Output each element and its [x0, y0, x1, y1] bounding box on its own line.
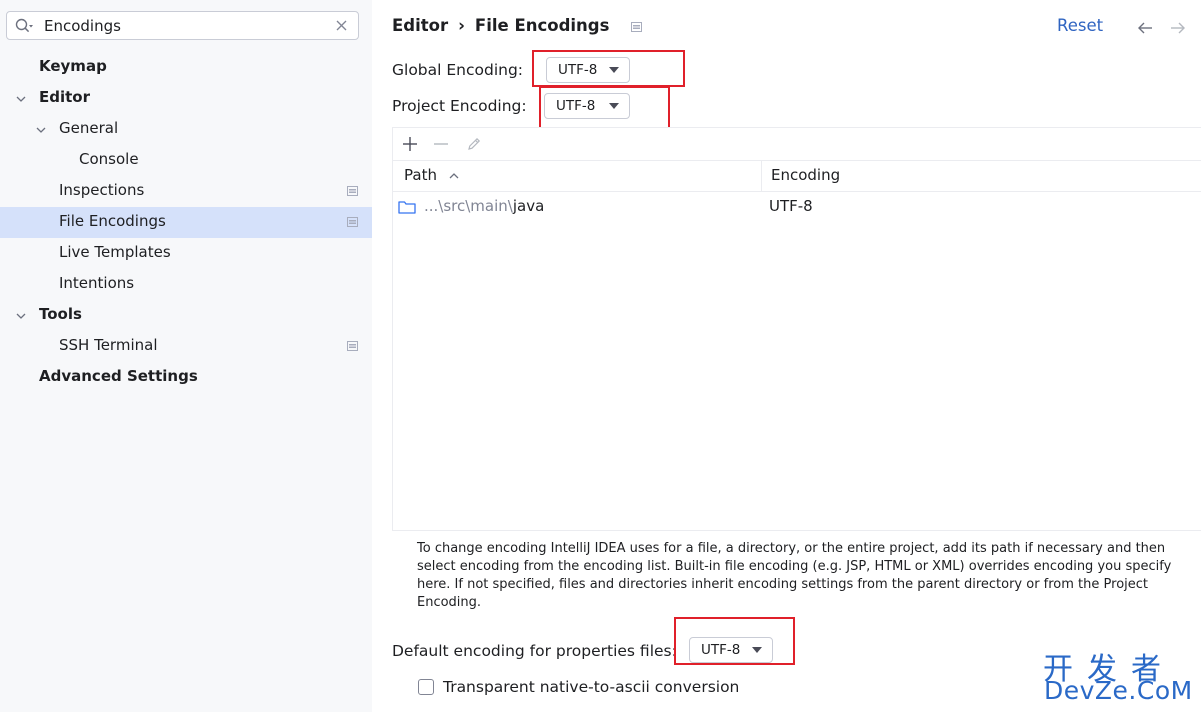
dropdown-arrow-icon: [609, 103, 619, 109]
close-icon[interactable]: [335, 19, 348, 32]
tree-item-live-templates[interactable]: Live Templates: [0, 238, 372, 269]
encoding-cell[interactable]: UTF-8: [769, 197, 813, 215]
tree-item-label: Live Templates: [59, 243, 171, 261]
tree-item-label: SSH Terminal: [59, 336, 158, 354]
path-name: java: [512, 197, 545, 215]
settings-search-box[interactable]: [6, 11, 359, 40]
reset-button[interactable]: Reset: [1057, 16, 1103, 35]
tree-item-tools[interactable]: Tools: [0, 300, 372, 331]
tree-item-label: Advanced Settings: [39, 367, 198, 385]
tree-item-inspections[interactable]: Inspections: [0, 176, 372, 207]
settings-content-panel: Editor › File Encodings Reset Global Encod…: [372, 0, 1201, 712]
tree-item-label: Editor: [39, 88, 90, 106]
tree-item-editor[interactable]: Editor: [0, 83, 372, 114]
edit-icon[interactable]: [466, 136, 482, 152]
table-toolbar: [393, 128, 1201, 161]
chevron-down-icon[interactable]: [15, 310, 27, 322]
properties-encoding-value: UTF-8: [701, 642, 741, 658]
project-encoding-value: UTF-8: [556, 98, 596, 114]
native-to-ascii-checkbox[interactable]: [418, 679, 434, 695]
chevron-down-icon[interactable]: [35, 124, 47, 136]
add-icon[interactable]: [402, 136, 418, 152]
remove-icon[interactable]: [433, 136, 449, 152]
project-scope-icon: [347, 341, 358, 351]
global-encoding-label: Global Encoding:: [392, 61, 524, 79]
dropdown-arrow-icon: [752, 647, 762, 653]
tree-item-label: Tools: [39, 305, 82, 323]
tree-item-label: Intentions: [59, 274, 135, 292]
tree-item-label: General: [59, 119, 119, 137]
tree-item-label: File Encodings: [59, 212, 166, 230]
watermark: 开发者 DevZe.CoM: [1043, 644, 1193, 706]
table-row[interactable]: ...\src\main\java UTF-8: [393, 191, 1201, 222]
column-header-encoding[interactable]: Encoding: [771, 166, 840, 184]
tree-item-keymap[interactable]: Keymap: [0, 52, 372, 83]
arrow-right-icon[interactable]: [1170, 21, 1186, 35]
tree-item-file-encodings[interactable]: File Encodings: [0, 207, 372, 238]
settings-tree: Keymap Editor General Console Inspection…: [0, 52, 372, 393]
settings-sidebar: Keymap Editor General Console Inspection…: [0, 0, 372, 712]
tree-item-label: Keymap: [39, 57, 107, 75]
search-icon[interactable]: [15, 18, 33, 34]
project-scope-icon: [631, 22, 643, 32]
global-encoding-select[interactable]: UTF-8: [546, 57, 630, 83]
native-to-ascii-label[interactable]: Transparent native-to-ascii conversion: [443, 678, 739, 696]
sort-ascending-icon[interactable]: [449, 172, 459, 179]
properties-encoding-label: Default encoding for properties files:: [392, 642, 677, 660]
tree-item-console[interactable]: Console: [0, 145, 372, 176]
tree-item-ssh-terminal[interactable]: SSH Terminal: [0, 331, 372, 362]
table-header: Path Encoding: [393, 160, 1201, 192]
path-cell: ...\src\main\java: [424, 197, 544, 215]
folder-icon: [398, 201, 416, 214]
arrow-left-icon[interactable]: [1137, 21, 1153, 35]
breadcrumb-separator: ›: [458, 16, 465, 35]
dropdown-arrow-icon: [609, 67, 619, 73]
column-divider[interactable]: [761, 160, 762, 191]
tree-item-advanced-settings[interactable]: Advanced Settings: [0, 362, 372, 393]
page-title: File Encodings: [474, 16, 610, 35]
project-encoding-select[interactable]: UTF-8: [544, 93, 630, 119]
help-text: To change encoding IntelliJ IDEA uses fo…: [417, 541, 1172, 610]
tree-item-label: Console: [79, 150, 139, 168]
path-encoding-table: Path Encoding ...\src\main\java UTF-8: [392, 127, 1201, 531]
properties-encoding-select[interactable]: UTF-8: [689, 637, 773, 663]
chevron-down-icon[interactable]: [15, 93, 27, 105]
project-scope-icon: [347, 217, 358, 227]
path-prefix: ...\src\main\: [424, 197, 513, 215]
project-encoding-label: Project Encoding:: [392, 97, 527, 115]
breadcrumb-parent[interactable]: Editor: [392, 16, 448, 35]
breadcrumb: Editor › File Encodings: [392, 16, 643, 35]
global-encoding-value: UTF-8: [558, 62, 598, 78]
tree-item-general[interactable]: General: [0, 114, 372, 145]
tree-item-label: Inspections: [59, 181, 145, 199]
project-scope-icon: [347, 186, 358, 196]
watermark-line-2: DevZe.CoM: [1044, 676, 1193, 705]
search-input[interactable]: [44, 15, 324, 36]
column-header-path[interactable]: Path: [404, 166, 437, 184]
tree-item-intentions[interactable]: Intentions: [0, 269, 372, 300]
